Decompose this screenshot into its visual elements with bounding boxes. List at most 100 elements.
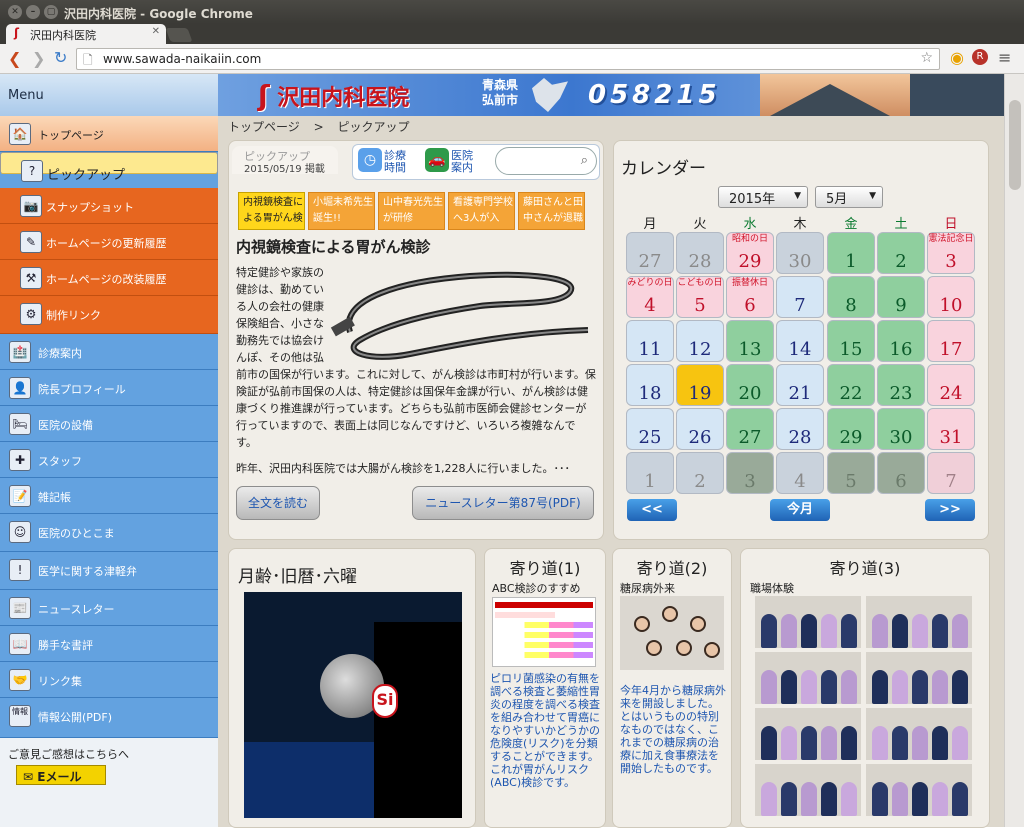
news-tab-kobori[interactable]: 小堀未希先生誕生!! (308, 192, 375, 230)
sidebar-item-book-reviews[interactable]: 📖 勝手な書評 (0, 626, 218, 662)
calendar-day[interactable]: 12 (676, 320, 724, 362)
calendar-day[interactable]: 8 (827, 276, 875, 318)
calendar-day[interactable]: 30 (776, 232, 824, 274)
year-select[interactable]: 2015年 ▼ (718, 186, 808, 208)
calendar-day[interactable]: 25 (626, 408, 674, 450)
calendar-day[interactable]: 30 (877, 408, 925, 450)
sidebar-item-production-links[interactable]: ⚙ 制作リンク (0, 296, 218, 334)
clinic-guide-link[interactable]: 医院 案内 (451, 150, 473, 174)
sidebar-item-pickup[interactable]: ? ピックアップ (0, 152, 218, 183)
calendar-day[interactable]: 27 (726, 408, 774, 450)
sidebar-item-director-profile[interactable]: 👤 院長プロフィール (0, 370, 218, 406)
calendar-day[interactable]: 21 (776, 364, 824, 406)
calendar-day[interactable]: 31 (927, 408, 975, 450)
calendar-day[interactable]: 7 (927, 452, 975, 494)
calendar-day[interactable]: 1 (626, 452, 674, 494)
calendar-day[interactable]: 20 (726, 364, 774, 406)
calendar-day[interactable]: 24 (927, 364, 975, 406)
extension-r-icon[interactable]: R (972, 49, 988, 65)
minimize-icon[interactable]: – (26, 5, 40, 19)
calendar-day[interactable]: 22 (827, 364, 875, 406)
calendar-day[interactable]: 28 (776, 408, 824, 450)
sidebar-item-tsugaru-dialect[interactable]: ! 医学に関する津軽弁 (0, 552, 218, 590)
news-tab-retirement[interactable]: 藤田さんと田中さんが退職 (518, 192, 585, 230)
sidebar-item-top[interactable]: 🏠 トップページ (0, 116, 218, 152)
email-button[interactable]: ✉ Eメール (16, 765, 106, 785)
close-icon[interactable]: ✕ (8, 5, 22, 19)
hours-link[interactable]: 診療 時間 (384, 150, 406, 174)
calendar-day[interactable]: 29 (827, 408, 875, 450)
calendar-day[interactable]: 4 (776, 452, 824, 494)
calendar-day[interactable]: 3 (726, 452, 774, 494)
browser-tab[interactable]: ʃ 沢田内科医院 ✕ (6, 24, 166, 44)
yorimichi-2-title[interactable]: 寄り道(2) (612, 555, 732, 579)
tab-close-icon[interactable]: ✕ (152, 26, 160, 37)
site-logo[interactable]: ʃ 沢田内科医院 (258, 78, 466, 114)
calendar-day[interactable]: 11 (626, 320, 674, 362)
car-icon[interactable]: 🚗 (425, 148, 449, 172)
sidebar-item-facilities[interactable]: 🛏 医院の設備 (0, 406, 218, 442)
prev-month-button[interactable]: << (627, 499, 677, 521)
read-all-button[interactable]: 全文を読む (236, 486, 320, 520)
newsletter-pdf-button[interactable]: ニュースレター第87号(PDF) (412, 486, 594, 520)
calendar-day[interactable]: 18 (626, 364, 674, 406)
calendar-day[interactable]: 17 (927, 320, 975, 362)
sidebar-item-update-history[interactable]: ✎ ホームページの更新履歴 (0, 224, 218, 260)
sidebar-item-links[interactable]: 🤝 リンク集 (0, 662, 218, 698)
reload-icon[interactable]: ↻ (54, 48, 67, 67)
extension-icon[interactable]: ◉ (950, 48, 964, 67)
calendar-day[interactable]: 28 (676, 232, 724, 274)
calendar-day[interactable]: こどもの日 5 (676, 276, 724, 318)
sidebar-item-medical-guide[interactable]: 🏥 診療案内 (0, 334, 218, 370)
calendar-day[interactable]: 10 (927, 276, 975, 318)
back-icon[interactable]: ❮ (8, 49, 21, 68)
sidebar-item-clinic-moments[interactable]: ☺ 医院のひとこま (0, 514, 218, 552)
calendar-day[interactable]: 7 (776, 276, 824, 318)
calendar-day[interactable]: 19 (676, 364, 724, 406)
forward-icon[interactable]: ❯ (32, 49, 45, 68)
sidebar-item-staff[interactable]: ✚ スタッフ (0, 442, 218, 478)
calendar-day[interactable]: 13 (726, 320, 774, 362)
scrollbar-thumb[interactable] (1009, 100, 1021, 190)
workplace-photo (866, 764, 972, 816)
search-input[interactable]: ⌕ (495, 147, 597, 175)
calendar-day[interactable]: 昭和の日 29 (726, 232, 774, 274)
month-select[interactable]: 5月 ▼ (815, 186, 883, 208)
calendar-day[interactable]: 1 (827, 232, 875, 274)
calendar-day[interactable]: 23 (877, 364, 925, 406)
yorimichi-3-title[interactable]: 寄り道(3) (740, 555, 990, 579)
yorimichi-1-title[interactable]: 寄り道(1) (484, 555, 606, 579)
calendar-day[interactable]: 16 (877, 320, 925, 362)
page-scrollbar[interactable] (1004, 74, 1024, 827)
calendar-day[interactable]: 6 (877, 452, 925, 494)
sidebar-item-renovation-history[interactable]: ⚒ ホームページの改装履歴 (0, 260, 218, 296)
calendar-day[interactable]: みどりの日 4 (626, 276, 674, 318)
calendar-day[interactable]: 5 (827, 452, 875, 494)
address-bar[interactable]: 🗋 www.sawada-naikaiin.com ☆ (76, 48, 940, 70)
calendar-day[interactable]: 振替休日 6 (726, 276, 774, 318)
maximize-icon[interactable]: ▢ (44, 5, 58, 19)
sidebar-item-notebook[interactable]: 📝 雑記帳 (0, 478, 218, 514)
calendar-day[interactable]: 15 (827, 320, 875, 362)
calendar-day[interactable]: 2 (676, 452, 724, 494)
new-tab-button[interactable] (165, 28, 193, 42)
menu-icon[interactable]: ≡ (998, 48, 1011, 67)
breadcrumb-home[interactable]: トップページ (228, 120, 300, 134)
calendar-day[interactable]: 憲法記念日 3 (927, 232, 975, 274)
this-month-button[interactable]: 今月 (770, 499, 830, 521)
news-tab-endoscopy[interactable]: 内視鏡検査による胃がん検 (238, 192, 305, 230)
next-month-button[interactable]: >> (925, 499, 975, 521)
clock-icon[interactable]: ◷ (358, 148, 382, 172)
news-tab-nursing-school[interactable]: 看護専門学校へ3人が入 (448, 192, 515, 230)
calendar-day[interactable]: 14 (776, 320, 824, 362)
search-icon: ⌕ (580, 153, 588, 168)
sidebar-item-newsletter[interactable]: 📰 ニュースレター (0, 590, 218, 626)
sidebar-item-disclosure-pdf[interactable]: 情報 情報公開(PDF) (0, 698, 218, 738)
calendar-day[interactable]: 27 (626, 232, 674, 274)
news-tab-yamanaka[interactable]: 山中春光先生が研修 (378, 192, 445, 230)
calendar-day[interactable]: 26 (676, 408, 724, 450)
sidebar-item-snapshot[interactable]: 📷 スナップショット (0, 188, 218, 224)
calendar-day[interactable]: 2 (877, 232, 925, 274)
star-icon[interactable]: ☆ (920, 50, 933, 66)
calendar-day[interactable]: 9 (877, 276, 925, 318)
